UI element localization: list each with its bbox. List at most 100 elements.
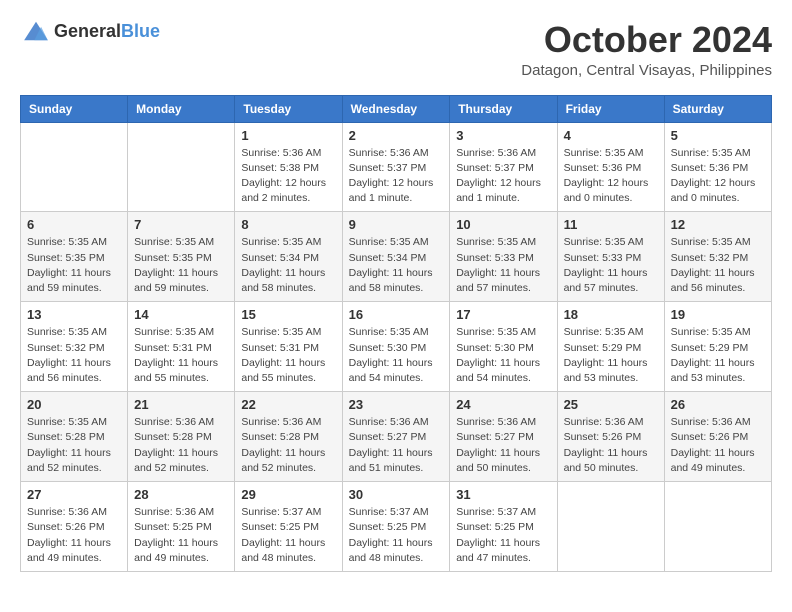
day-info: Sunrise: 5:35 AMSunset: 5:33 PMDaylight:… [564,235,658,296]
calendar-cell: 15 Sunrise: 5:35 AMSunset: 5:31 PMDayligh… [235,302,342,392]
day-number: 2 [349,128,444,143]
calendar-cell: 23 Sunrise: 5:36 AMSunset: 5:27 PMDayligh… [342,392,450,482]
calendar-cell: 4 Sunrise: 5:35 AMSunset: 5:36 PMDaylight… [557,122,664,212]
logo-icon [22,20,50,42]
calendar-cell: 22 Sunrise: 5:36 AMSunset: 5:28 PMDayligh… [235,392,342,482]
location-title: Datagon, Central Visayas, Philippines [521,62,772,79]
day-number: 23 [349,397,444,412]
day-number: 16 [349,307,444,322]
day-info: Sunrise: 5:35 AMSunset: 5:35 PMDaylight:… [27,235,121,296]
day-info: Sunrise: 5:35 AMSunset: 5:36 PMDaylight:… [564,146,658,207]
day-number: 10 [456,217,550,232]
day-number: 24 [456,397,550,412]
day-info: Sunrise: 5:35 AMSunset: 5:31 PMDaylight:… [241,325,335,386]
day-number: 27 [27,487,121,502]
day-number: 1 [241,128,335,143]
day-number: 26 [671,397,765,412]
day-number: 6 [27,217,121,232]
month-title: October 2024 [521,20,772,60]
day-number: 14 [134,307,228,322]
calendar-cell: 10 Sunrise: 5:35 AMSunset: 5:33 PMDayligh… [450,212,557,302]
day-info: Sunrise: 5:36 AMSunset: 5:27 PMDaylight:… [349,415,444,476]
calendar-cell: 12Sunrise: 5:35 AMSunset: 5:32 PMDayligh… [664,212,771,302]
day-info: Sunrise: 5:35 AMSunset: 5:36 PMDaylight:… [671,146,765,207]
calendar-cell: 11 Sunrise: 5:35 AMSunset: 5:33 PMDayligh… [557,212,664,302]
day-number: 25 [564,397,658,412]
calendar-table: SundayMondayTuesdayWednesdayThursdayFrid… [20,95,772,572]
calendar-cell: 26 Sunrise: 5:36 AMSunset: 5:26 PMDayligh… [664,392,771,482]
weekday-header: Thursday [450,95,557,122]
day-info: Sunrise: 5:35 AMSunset: 5:28 PMDaylight:… [27,415,121,476]
calendar-week-row: 20 Sunrise: 5:35 AMSunset: 5:28 PMDayligh… [21,392,772,482]
day-info: Sunrise: 5:35 AMSunset: 5:32 PMDaylight:… [671,235,765,296]
day-number: 31 [456,487,550,502]
day-number: 19 [671,307,765,322]
calendar-cell: 1 Sunrise: 5:36 AMSunset: 5:38 PMDaylight… [235,122,342,212]
day-info: Sunrise: 5:36 AMSunset: 5:25 PMDaylight:… [134,505,228,566]
day-info: Sunrise: 5:36 AMSunset: 5:26 PMDaylight:… [564,415,658,476]
calendar-cell: 17Sunrise: 5:35 AMSunset: 5:30 PMDayligh… [450,302,557,392]
calendar-cell [557,482,664,572]
calendar-cell: 27Sunrise: 5:36 AMSunset: 5:26 PMDayligh… [21,482,128,572]
calendar-cell: 8 Sunrise: 5:35 AMSunset: 5:34 PMDaylight… [235,212,342,302]
calendar-cell: 2Sunrise: 5:36 AMSunset: 5:37 PMDaylight… [342,122,450,212]
calendar-week-row: 6 Sunrise: 5:35 AMSunset: 5:35 PMDaylight… [21,212,772,302]
day-info: Sunrise: 5:36 AMSunset: 5:37 PMDaylight:… [456,146,550,207]
day-info: Sunrise: 5:37 AMSunset: 5:25 PMDaylight:… [349,505,444,566]
logo-general: General [54,21,121,41]
day-number: 20 [27,397,121,412]
calendar-cell [128,122,235,212]
calendar-cell: 6 Sunrise: 5:35 AMSunset: 5:35 PMDaylight… [21,212,128,302]
title-block: October 2024 Datagon, Central Visayas, P… [521,20,772,79]
day-number: 13 [27,307,121,322]
calendar-cell: 9Sunrise: 5:35 AMSunset: 5:34 PMDaylight… [342,212,450,302]
day-info: Sunrise: 5:35 AMSunset: 5:31 PMDaylight:… [134,325,228,386]
calendar-cell: 25 Sunrise: 5:36 AMSunset: 5:26 PMDayligh… [557,392,664,482]
day-info: Sunrise: 5:35 AMSunset: 5:30 PMDaylight:… [349,325,444,386]
day-number: 22 [241,397,335,412]
calendar-cell: 30 Sunrise: 5:37 AMSunset: 5:25 PMDayligh… [342,482,450,572]
day-number: 15 [241,307,335,322]
calendar-cell: 5 Sunrise: 5:35 AMSunset: 5:36 PMDaylight… [664,122,771,212]
day-number: 21 [134,397,228,412]
day-info: Sunrise: 5:36 AMSunset: 5:26 PMDaylight:… [671,415,765,476]
calendar-cell: 29Sunrise: 5:37 AMSunset: 5:25 PMDayligh… [235,482,342,572]
day-info: Sunrise: 5:37 AMSunset: 5:25 PMDaylight:… [241,505,335,566]
day-info: Sunrise: 5:35 AMSunset: 5:35 PMDaylight:… [134,235,228,296]
day-info: Sunrise: 5:36 AMSunset: 5:27 PMDaylight:… [456,415,550,476]
calendar-week-row: 13 Sunrise: 5:35 AMSunset: 5:32 PMDayligh… [21,302,772,392]
day-info: Sunrise: 5:35 AMSunset: 5:32 PMDaylight:… [27,325,121,386]
day-info: Sunrise: 5:35 AMSunset: 5:29 PMDaylight:… [564,325,658,386]
weekday-header-row: SundayMondayTuesdayWednesdayThursdayFrid… [21,95,772,122]
day-info: Sunrise: 5:35 AMSunset: 5:33 PMDaylight:… [456,235,550,296]
day-info: Sunrise: 5:35 AMSunset: 5:34 PMDaylight:… [349,235,444,296]
logo-blue: Blue [121,21,160,41]
calendar-cell: 13 Sunrise: 5:35 AMSunset: 5:32 PMDayligh… [21,302,128,392]
weekday-header: Friday [557,95,664,122]
calendar-cell: 24 Sunrise: 5:36 AMSunset: 5:27 PMDayligh… [450,392,557,482]
day-number: 30 [349,487,444,502]
calendar-cell: 31Sunrise: 5:37 AMSunset: 5:25 PMDayligh… [450,482,557,572]
day-number: 8 [241,217,335,232]
calendar-cell: 18 Sunrise: 5:35 AMSunset: 5:29 PMDayligh… [557,302,664,392]
logo: GeneralBlue [20,20,160,42]
day-info: Sunrise: 5:35 AMSunset: 5:34 PMDaylight:… [241,235,335,296]
calendar-cell: 20 Sunrise: 5:35 AMSunset: 5:28 PMDayligh… [21,392,128,482]
day-info: Sunrise: 5:35 AMSunset: 5:29 PMDaylight:… [671,325,765,386]
day-info: Sunrise: 5:36 AMSunset: 5:28 PMDaylight:… [134,415,228,476]
day-info: Sunrise: 5:36 AMSunset: 5:28 PMDaylight:… [241,415,335,476]
day-number: 3 [456,128,550,143]
weekday-header: Sunday [21,95,128,122]
day-number: 4 [564,128,658,143]
day-number: 5 [671,128,765,143]
calendar-week-row: 27Sunrise: 5:36 AMSunset: 5:26 PMDayligh… [21,482,772,572]
day-number: 7 [134,217,228,232]
day-number: 17 [456,307,550,322]
weekday-header: Monday [128,95,235,122]
page-header: GeneralBlue October 2024 Datagon, Centra… [20,20,772,79]
day-info: Sunrise: 5:36 AMSunset: 5:38 PMDaylight:… [241,146,335,207]
calendar-cell [664,482,771,572]
day-number: 18 [564,307,658,322]
weekday-header: Wednesday [342,95,450,122]
day-number: 11 [564,217,658,232]
